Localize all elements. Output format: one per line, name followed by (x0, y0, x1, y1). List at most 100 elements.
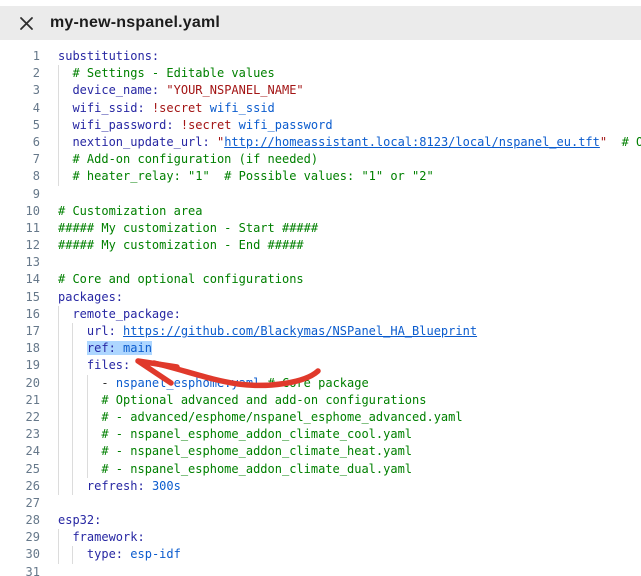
code-area[interactable]: 1substitutions:2 # Settings - Editable v… (0, 40, 641, 576)
indent-guide (58, 529, 59, 546)
code-line[interactable]: 5 wifi_password: !secret wifi_password (0, 117, 641, 134)
line-number: 17 (0, 323, 40, 340)
indent-guide (58, 151, 59, 168)
code-token: # - nspanel_esphome_addon_climate_dual.y… (101, 462, 412, 476)
code-line[interactable]: 15 packages: (0, 289, 641, 306)
code-line[interactable]: 9 (0, 186, 641, 203)
code-text: ref: main (58, 340, 152, 357)
url-link[interactable]: http://homeassistant.local:8123/local/ns… (224, 135, 600, 149)
indent-guide (58, 117, 59, 134)
code-token (116, 324, 123, 338)
code-token (58, 530, 72, 544)
indent-guide (72, 546, 73, 563)
code-token (231, 118, 238, 132)
code-token: # Add-on configuration (if needed) (72, 152, 318, 166)
code-line[interactable]: 20 - nspanel_esphome.yaml # Core package (0, 375, 641, 392)
code-line[interactable]: 30 type: esp-idf (0, 546, 641, 563)
code-text: # Core and optional configurations (58, 271, 304, 288)
code-text: wifi_ssid: !secret wifi_ssid (58, 100, 275, 117)
indent-guide (58, 323, 59, 340)
code-line[interactable]: 3 device_name: "YOUR_NSPANEL_NAME" (0, 82, 641, 99)
code-token: files: (87, 358, 130, 372)
code-text: esp32: (58, 512, 101, 529)
code-token: # Settings - Editable values (72, 66, 274, 80)
code-line[interactable]: 8 # heater_relay: "1" # Possible values:… (0, 168, 641, 185)
indent-guide (58, 546, 59, 563)
indent-guide (72, 392, 73, 409)
code-text: wifi_password: !secret wifi_password (58, 117, 333, 134)
code-token (58, 444, 101, 458)
code-line[interactable]: 10# Customization area (0, 203, 641, 220)
code-token: # - nspanel_esphome_addon_climate_cool.y… (101, 427, 412, 441)
line-number: 22 (0, 409, 40, 426)
code-line[interactable]: 12##### My customization - End ##### (0, 237, 641, 254)
indent-guide (58, 478, 59, 495)
close-icon[interactable] (17, 14, 35, 32)
code-line[interactable]: 17 url: https://github.com/Blackymas/NSP… (0, 323, 641, 340)
code-line[interactable]: 24 # - nspanel_esphome_addon_climate_hea… (0, 443, 641, 460)
code-line[interactable]: 7 # Add-on configuration (if needed) (0, 151, 641, 168)
indent-guide (72, 461, 73, 478)
code-line[interactable]: 11##### My customization - Start ##### (0, 220, 641, 237)
indent-guide (87, 409, 88, 426)
line-number: 2 (0, 65, 40, 82)
code-text: files: (58, 357, 130, 374)
code-token (145, 479, 152, 493)
line-number: 15 (0, 289, 40, 306)
indent-guide (58, 375, 59, 392)
code-line[interactable]: 13 (0, 254, 641, 271)
code-line[interactable]: 31 (0, 564, 641, 576)
code-token: # Optional (622, 135, 641, 149)
code-token: esp32: (58, 513, 101, 527)
code-text: packages: (58, 289, 123, 306)
code-line[interactable]: 16 remote_package: (0, 306, 641, 323)
indent-guide (72, 375, 73, 392)
code-token: # - nspanel_esphome_addon_climate_heat.y… (101, 444, 412, 458)
code-token: esp-idf (130, 547, 181, 561)
code-line[interactable]: 23 # - nspanel_esphome_addon_climate_coo… (0, 426, 641, 443)
indent-guide (58, 409, 59, 426)
code-line[interactable]: 25 # - nspanel_esphome_addon_climate_dua… (0, 461, 641, 478)
code-line[interactable]: 14# Core and optional configurations (0, 271, 641, 288)
code-line[interactable]: 6 nextion_update_url: "http://homeassist… (0, 134, 641, 151)
code-line[interactable]: 22 # - advanced/esphome/nspanel_esphome_… (0, 409, 641, 426)
line-number: 19 (0, 357, 40, 374)
code-token: # heater_relay: "1" # Possible values: "… (72, 169, 433, 183)
code-line[interactable]: 21 # Optional advanced and add-on config… (0, 392, 641, 409)
code-line[interactable]: 2 # Settings - Editable values (0, 65, 641, 82)
code-line[interactable]: 26 refresh: 300s (0, 478, 641, 495)
code-token (58, 101, 72, 115)
code-line[interactable]: 28esp32: (0, 512, 641, 529)
indent-guide (58, 357, 59, 374)
line-number: 16 (0, 306, 40, 323)
indent-guide (72, 323, 73, 340)
code-token (58, 152, 72, 166)
code-line[interactable]: 4 wifi_ssid: !secret wifi_ssid (0, 100, 641, 117)
code-token (210, 135, 217, 149)
code-token (145, 101, 152, 115)
indent-guide (87, 392, 88, 409)
code-line[interactable]: 1substitutions: (0, 48, 641, 65)
line-number: 12 (0, 237, 40, 254)
line-number: 4 (0, 100, 40, 117)
line-number: 26 (0, 478, 40, 495)
code-line[interactable]: 18 ref: main (0, 340, 641, 357)
line-number: 30 (0, 546, 40, 563)
indent-guide (58, 65, 59, 82)
indent-guide (58, 340, 59, 357)
code-token: !secret (152, 101, 203, 115)
code-line[interactable]: 19 files: (0, 357, 641, 374)
indent-guide (72, 443, 73, 460)
code-token: packages: (58, 290, 123, 304)
code-token (58, 135, 72, 149)
url-link[interactable]: https://github.com/Blackymas/NSPanel_HA_… (123, 324, 477, 338)
code-line[interactable]: 27 (0, 495, 641, 512)
code-token (58, 169, 72, 183)
code-token (174, 118, 181, 132)
code-token: # - advanced/esphome/nspanel_esphome_adv… (101, 410, 462, 424)
indent-guide (72, 340, 73, 357)
code-line[interactable]: 29 framework: (0, 529, 641, 546)
indent-guide (72, 357, 73, 374)
code-token (58, 410, 101, 424)
code-token: device_name: (72, 83, 159, 97)
